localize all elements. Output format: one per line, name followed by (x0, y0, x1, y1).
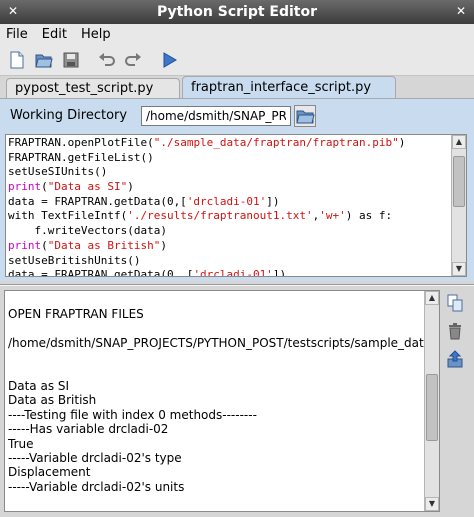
editor-panel: Working Directory FRAPTRAN.openPlotFile(… (0, 98, 474, 281)
undo-icon[interactable] (98, 51, 116, 69)
code-token: setUseSIUnits() (8, 165, 108, 179)
menu-file[interactable]: File (6, 27, 28, 42)
working-directory-label: Working Directory (10, 108, 128, 123)
tab-label: fraptran_interface_script.py (191, 80, 372, 95)
console-line: Displacement (8, 465, 91, 480)
console-line: Data as SI (8, 378, 70, 393)
code-line: FRAPTRAN.openPlotFile("./sample_data/fra… (8, 136, 450, 151)
menu-edit[interactable]: Edit (42, 27, 67, 42)
console-scrollbar[interactable]: ▲ ▼ (424, 291, 439, 511)
run-icon[interactable] (160, 51, 178, 69)
window-title: Python Script Editor (156, 4, 318, 20)
console-line: Data as British (8, 393, 97, 408)
code-token: setUseBritishUnits() (8, 253, 141, 267)
code-token: ]) (272, 268, 287, 277)
scroll-up-icon[interactable]: ▲ (425, 291, 439, 305)
trash-icon[interactable] (446, 322, 464, 340)
new-file-icon[interactable] (8, 51, 26, 69)
menu-bar: File Edit Help (0, 24, 474, 44)
split-divider[interactable] (0, 281, 474, 289)
code-line: setUseBritishUnits() (8, 254, 450, 269)
toolbar (0, 44, 474, 76)
code-token: ) (160, 238, 167, 252)
code-token: data = FRAPTRAN.getData(0,[ (8, 194, 187, 208)
save-icon[interactable] (62, 51, 80, 69)
code-token: 'w+' (319, 209, 346, 223)
browse-directory-button[interactable] (294, 105, 316, 127)
code-token: print (8, 238, 42, 252)
title-bar: ✕ Python Script Editor ✕ (0, 0, 474, 24)
code-line: FRAPTRAN.getFileList() (8, 151, 450, 166)
export-icon[interactable] (446, 350, 464, 368)
redo-icon[interactable] (124, 51, 142, 69)
scroll-down-icon[interactable]: ▼ (452, 262, 466, 276)
code-token: f.writeVectors(data) (8, 224, 167, 238)
working-directory-field[interactable] (141, 106, 291, 126)
code-line: data = FRAPTRAN.getData(0, ['drcladi-01'… (8, 268, 450, 277)
code-line: f.writeVectors(data) (8, 224, 450, 239)
code-line: print("Data as British") (8, 239, 450, 254)
console-line: /home/dsmith/SNAP_PROJECTS/PYTHON_POST/t… (8, 335, 432, 350)
code-token: "Data as British" (47, 238, 161, 252)
code-token: ) (127, 180, 134, 194)
open-folder-icon[interactable] (35, 51, 53, 69)
console-line: ----Testing file with index 0 methods---… (8, 407, 257, 422)
open-folder-icon (296, 110, 315, 124)
code-token: data = FRAPTRAN.getData(0, [ (8, 268, 194, 277)
code-line: data = FRAPTRAN.getData(0,['drcladi-01']… (8, 195, 450, 210)
console-line: -----Variable drcladi-02's units (8, 479, 185, 494)
tab-strip: pypost_test_script.py fraptran_interface… (0, 76, 474, 98)
copy-icon[interactable] (446, 294, 464, 312)
script-code: FRAPTRAN.openPlotFile("./sample_data/fra… (8, 136, 450, 277)
code-token: 'drcladi-01' (193, 268, 273, 277)
console-line: True (8, 436, 34, 451)
tab-label: pypost_test_script.py (15, 81, 154, 96)
code-token: with TextFileIntf( (8, 209, 128, 223)
code-token: ) (398, 136, 406, 149)
code-token: ( (41, 238, 48, 252)
code-token: FRAPTRAN.openPlotFile( (8, 136, 154, 149)
scrollbar-thumb[interactable] (426, 373, 438, 441)
scroll-down-icon[interactable]: ▼ (425, 497, 439, 511)
console-line: -----Has variable drcladi-02 (8, 422, 169, 437)
code-token: print (8, 180, 42, 194)
window-menu-icon[interactable]: ✕ (6, 4, 20, 18)
code-line: setUseSIUnits() (8, 165, 450, 180)
code-line: with TextFileIntf('./results/fraptranout… (8, 209, 450, 224)
code-token: ]) (266, 194, 280, 208)
code-line: print("Data as SI") (8, 180, 450, 195)
scroll-up-icon[interactable]: ▲ (452, 135, 466, 149)
console-output[interactable]: OPEN FRAPTRAN FILES/home/dsmith/SNAP_PRO… (4, 290, 440, 512)
code-token: "./sample_data/fraptran/fraptran.pib" (153, 136, 399, 149)
code-token: 'drcladi-01' (186, 194, 267, 208)
code-token: ) as f: (345, 209, 393, 223)
script-editor[interactable]: FRAPTRAN.openPlotFile("./sample_data/fra… (5, 134, 467, 277)
code-token: ( (41, 180, 48, 194)
close-window-icon[interactable]: ✕ (454, 4, 468, 18)
menu-help[interactable]: Help (81, 27, 111, 42)
code-token: FRAPTRAN.getFileList() (8, 150, 154, 164)
editor-scrollbar[interactable]: ▲ ▼ (451, 135, 466, 276)
console-line: -----Variable drcladi-02's type (8, 450, 182, 465)
code-token: './results/fraptranout1.txt' (127, 209, 313, 223)
code-token: "Data as SI" (47, 180, 128, 194)
tab-pypost-test-script[interactable]: pypost_test_script.py (6, 78, 180, 98)
console-line: OPEN FRAPTRAN FILES (8, 307, 144, 321)
scrollbar-thumb[interactable] (453, 156, 465, 208)
tab-fraptran-interface-script[interactable]: fraptran_interface_script.py (182, 76, 396, 98)
console-text: OPEN FRAPTRAN FILES/home/dsmith/SNAP_PRO… (8, 307, 431, 508)
